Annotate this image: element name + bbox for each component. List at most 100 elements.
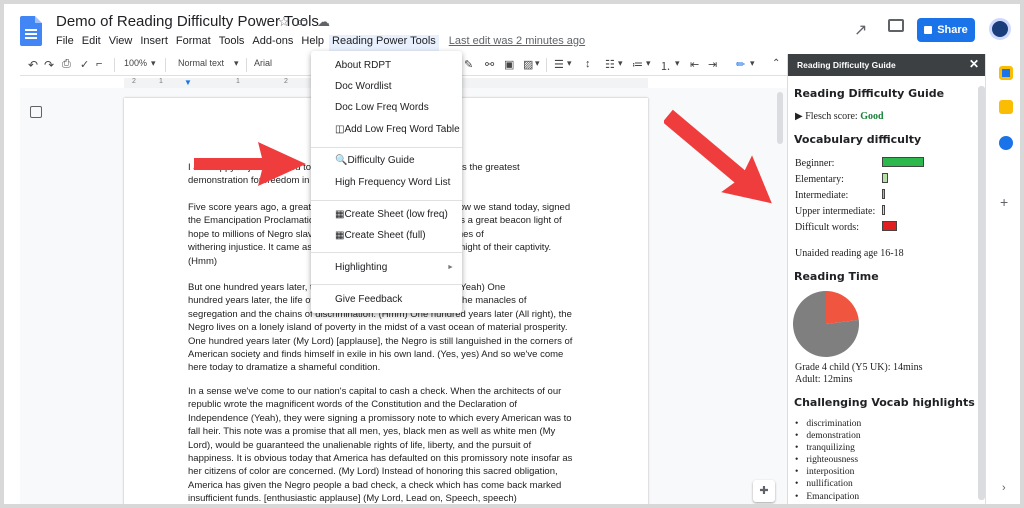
- last-edit-link[interactable]: Last edit was 2 minutes ago: [449, 35, 585, 51]
- lock-icon: [924, 26, 933, 34]
- guide-heading: Reading Difficulty Guide: [794, 87, 945, 100]
- unaided-reading-age: Unaided reading age 16-18: [795, 248, 904, 259]
- reading-difficulty-panel: Reading Difficulty Guide ✕ Reading Diffi…: [787, 54, 986, 504]
- cloud-icon[interactable]: ☁: [317, 14, 330, 30]
- menu-file[interactable]: File: [56, 35, 74, 51]
- vocab-bar: [882, 157, 924, 167]
- menu-addons[interactable]: Add-ons: [252, 35, 293, 51]
- menu-edit[interactable]: Edit: [82, 35, 101, 51]
- chevron-down-icon: ▾: [535, 58, 540, 68]
- menu-view[interactable]: View: [109, 35, 133, 51]
- list-item[interactable]: demonstration: [795, 430, 861, 442]
- reading-time-child: Grade 4 child (Y5 UK): 14mins: [795, 362, 923, 373]
- menu-item-create-sheet-low[interactable]: ▦Create Sheet (low freq): [335, 209, 448, 220]
- vocab-bar: [882, 221, 897, 231]
- chevron-down-icon: ▾: [750, 58, 755, 68]
- list-item[interactable]: righteousness: [795, 454, 861, 466]
- paragraph-4: In a sense we've come to our nation's ca…: [188, 386, 573, 505]
- screenshot-frame: Demo of Reading Difficulty Power Tools ☆…: [0, 0, 1024, 508]
- menu-tools[interactable]: Tools: [219, 35, 245, 51]
- menu-help[interactable]: Help: [301, 35, 324, 51]
- chevron-down-icon: ▾: [567, 58, 572, 68]
- redo-icon[interactable]: ↷: [44, 58, 54, 72]
- docs-logo-icon[interactable]: [20, 16, 42, 46]
- indent-marker-icon[interactable]: ▼: [184, 78, 192, 87]
- folder-icon[interactable]: ▭: [296, 14, 308, 30]
- menu-item-doc-wordlist[interactable]: Doc Wordlist: [335, 81, 392, 92]
- list-item[interactable]: interposition: [795, 466, 861, 478]
- share-button[interactable]: Share: [917, 18, 975, 42]
- close-icon[interactable]: ✕: [969, 57, 979, 71]
- indent-icon[interactable]: ⇤: [690, 58, 699, 71]
- vocab-highlights-heading: Challenging Vocab highlights: [794, 396, 975, 409]
- list-item[interactable]: Emancipation: [795, 491, 861, 503]
- vocab-heading: Vocabulary difficulty: [794, 133, 922, 146]
- vocab-bar: [882, 205, 885, 215]
- vocab-level-label: Intermediate:: [795, 190, 849, 201]
- menu-item-feedback[interactable]: Give Feedback: [335, 294, 402, 305]
- paint-format-icon[interactable]: ⌐: [96, 58, 102, 70]
- menu-item-high-freq-list[interactable]: High Frequency Word List: [335, 177, 450, 188]
- activity-trend-icon[interactable]: ↗: [854, 20, 867, 40]
- editing-mode-icon[interactable]: ✏: [736, 58, 745, 71]
- menu-bar: File Edit View Insert Format Tools Add-o…: [56, 35, 585, 51]
- print-icon[interactable]: ⎙: [62, 58, 71, 71]
- highlight-pen-icon[interactable]: ✎: [464, 58, 473, 71]
- menu-format[interactable]: Format: [176, 35, 211, 51]
- account-avatar[interactable]: [989, 18, 1011, 40]
- vocab-bar: [882, 173, 888, 183]
- menu-item-difficulty-guide[interactable]: 🔍Difficulty Guide: [335, 155, 415, 166]
- menu-insert[interactable]: Insert: [140, 35, 168, 51]
- document-outline-icon[interactable]: [30, 106, 42, 118]
- menu-item-highlighting[interactable]: Highlighting: [335, 262, 387, 273]
- reading-time-pie-chart: [793, 291, 859, 357]
- comments-icon[interactable]: [888, 19, 904, 32]
- outdent-icon[interactable]: ⇥: [708, 58, 717, 71]
- line-spacing-icon[interactable]: ↕: [585, 58, 591, 70]
- list-item[interactable]: nullification: [795, 478, 861, 490]
- insert-image-icon[interactable]: ▨: [523, 58, 533, 71]
- flesch-score-toggle[interactable]: ▶ Flesch score: Good: [795, 111, 884, 122]
- list-item[interactable]: discrimination: [795, 418, 861, 430]
- annotation-arrow-left: [194, 142, 306, 186]
- spellcheck-icon[interactable]: ✓: [80, 58, 89, 71]
- add-comment-icon[interactable]: ▣: [504, 58, 514, 71]
- star-icon[interactable]: ☆: [278, 14, 290, 30]
- vocab-bar: [882, 189, 885, 199]
- add-addon-icon[interactable]: +: [1000, 194, 1008, 210]
- menu-item-low-freq-words[interactable]: Doc Low Freq Words: [335, 102, 429, 113]
- checklist-icon[interactable]: ☷: [605, 58, 615, 71]
- undo-icon[interactable]: ↶: [28, 58, 38, 72]
- bulleted-list-icon[interactable]: ≔: [632, 58, 643, 71]
- panel-header: Reading Difficulty Guide ✕: [788, 54, 986, 76]
- menu-item-add-table[interactable]: ◫Add Low Freq Word Table: [335, 124, 460, 135]
- calendar-icon[interactable]: [999, 66, 1013, 80]
- zoom-select[interactable]: 100%: [124, 58, 147, 68]
- explore-button[interactable]: ✚: [753, 480, 775, 502]
- menu-item-create-sheet-full[interactable]: ▦Create Sheet (full): [335, 230, 426, 241]
- collapse-toolbar-icon[interactable]: ⌃: [772, 58, 780, 69]
- menu-item-about[interactable]: About RDPT: [335, 60, 391, 71]
- chevron-right-icon[interactable]: ›: [1002, 482, 1006, 494]
- menu-reading-power-tools[interactable]: Reading Power Tools: [329, 35, 439, 51]
- font-select[interactable]: Arial: [254, 58, 272, 68]
- align-icon[interactable]: ☰: [554, 58, 564, 71]
- flesch-score-value: Good: [860, 111, 884, 122]
- tasks-icon[interactable]: [999, 136, 1013, 150]
- submenu-arrow-icon: ►: [447, 264, 454, 271]
- chevron-down-icon: ▾: [234, 58, 239, 68]
- link-icon[interactable]: ⚯: [485, 58, 494, 71]
- list-item[interactable]: tranquilizing: [795, 442, 861, 454]
- reading-time-heading: Reading Time: [794, 270, 879, 283]
- numbered-list-icon[interactable]: ⒈: [660, 58, 671, 74]
- pie-slice: [826, 291, 859, 324]
- style-select[interactable]: Normal text: [178, 58, 224, 68]
- reading-time-adult: Adult: 12mins: [795, 374, 853, 385]
- vocab-level-label: Upper intermediate:: [795, 206, 876, 217]
- panel-title: Reading Difficulty Guide: [797, 60, 896, 70]
- chevron-down-icon: ▾: [646, 58, 651, 68]
- vocab-level-label: Elementary:: [795, 174, 844, 185]
- keep-icon[interactable]: [999, 100, 1013, 114]
- panel-scrollbar[interactable]: [978, 86, 985, 500]
- vocab-level-label: Difficult words:: [795, 222, 859, 233]
